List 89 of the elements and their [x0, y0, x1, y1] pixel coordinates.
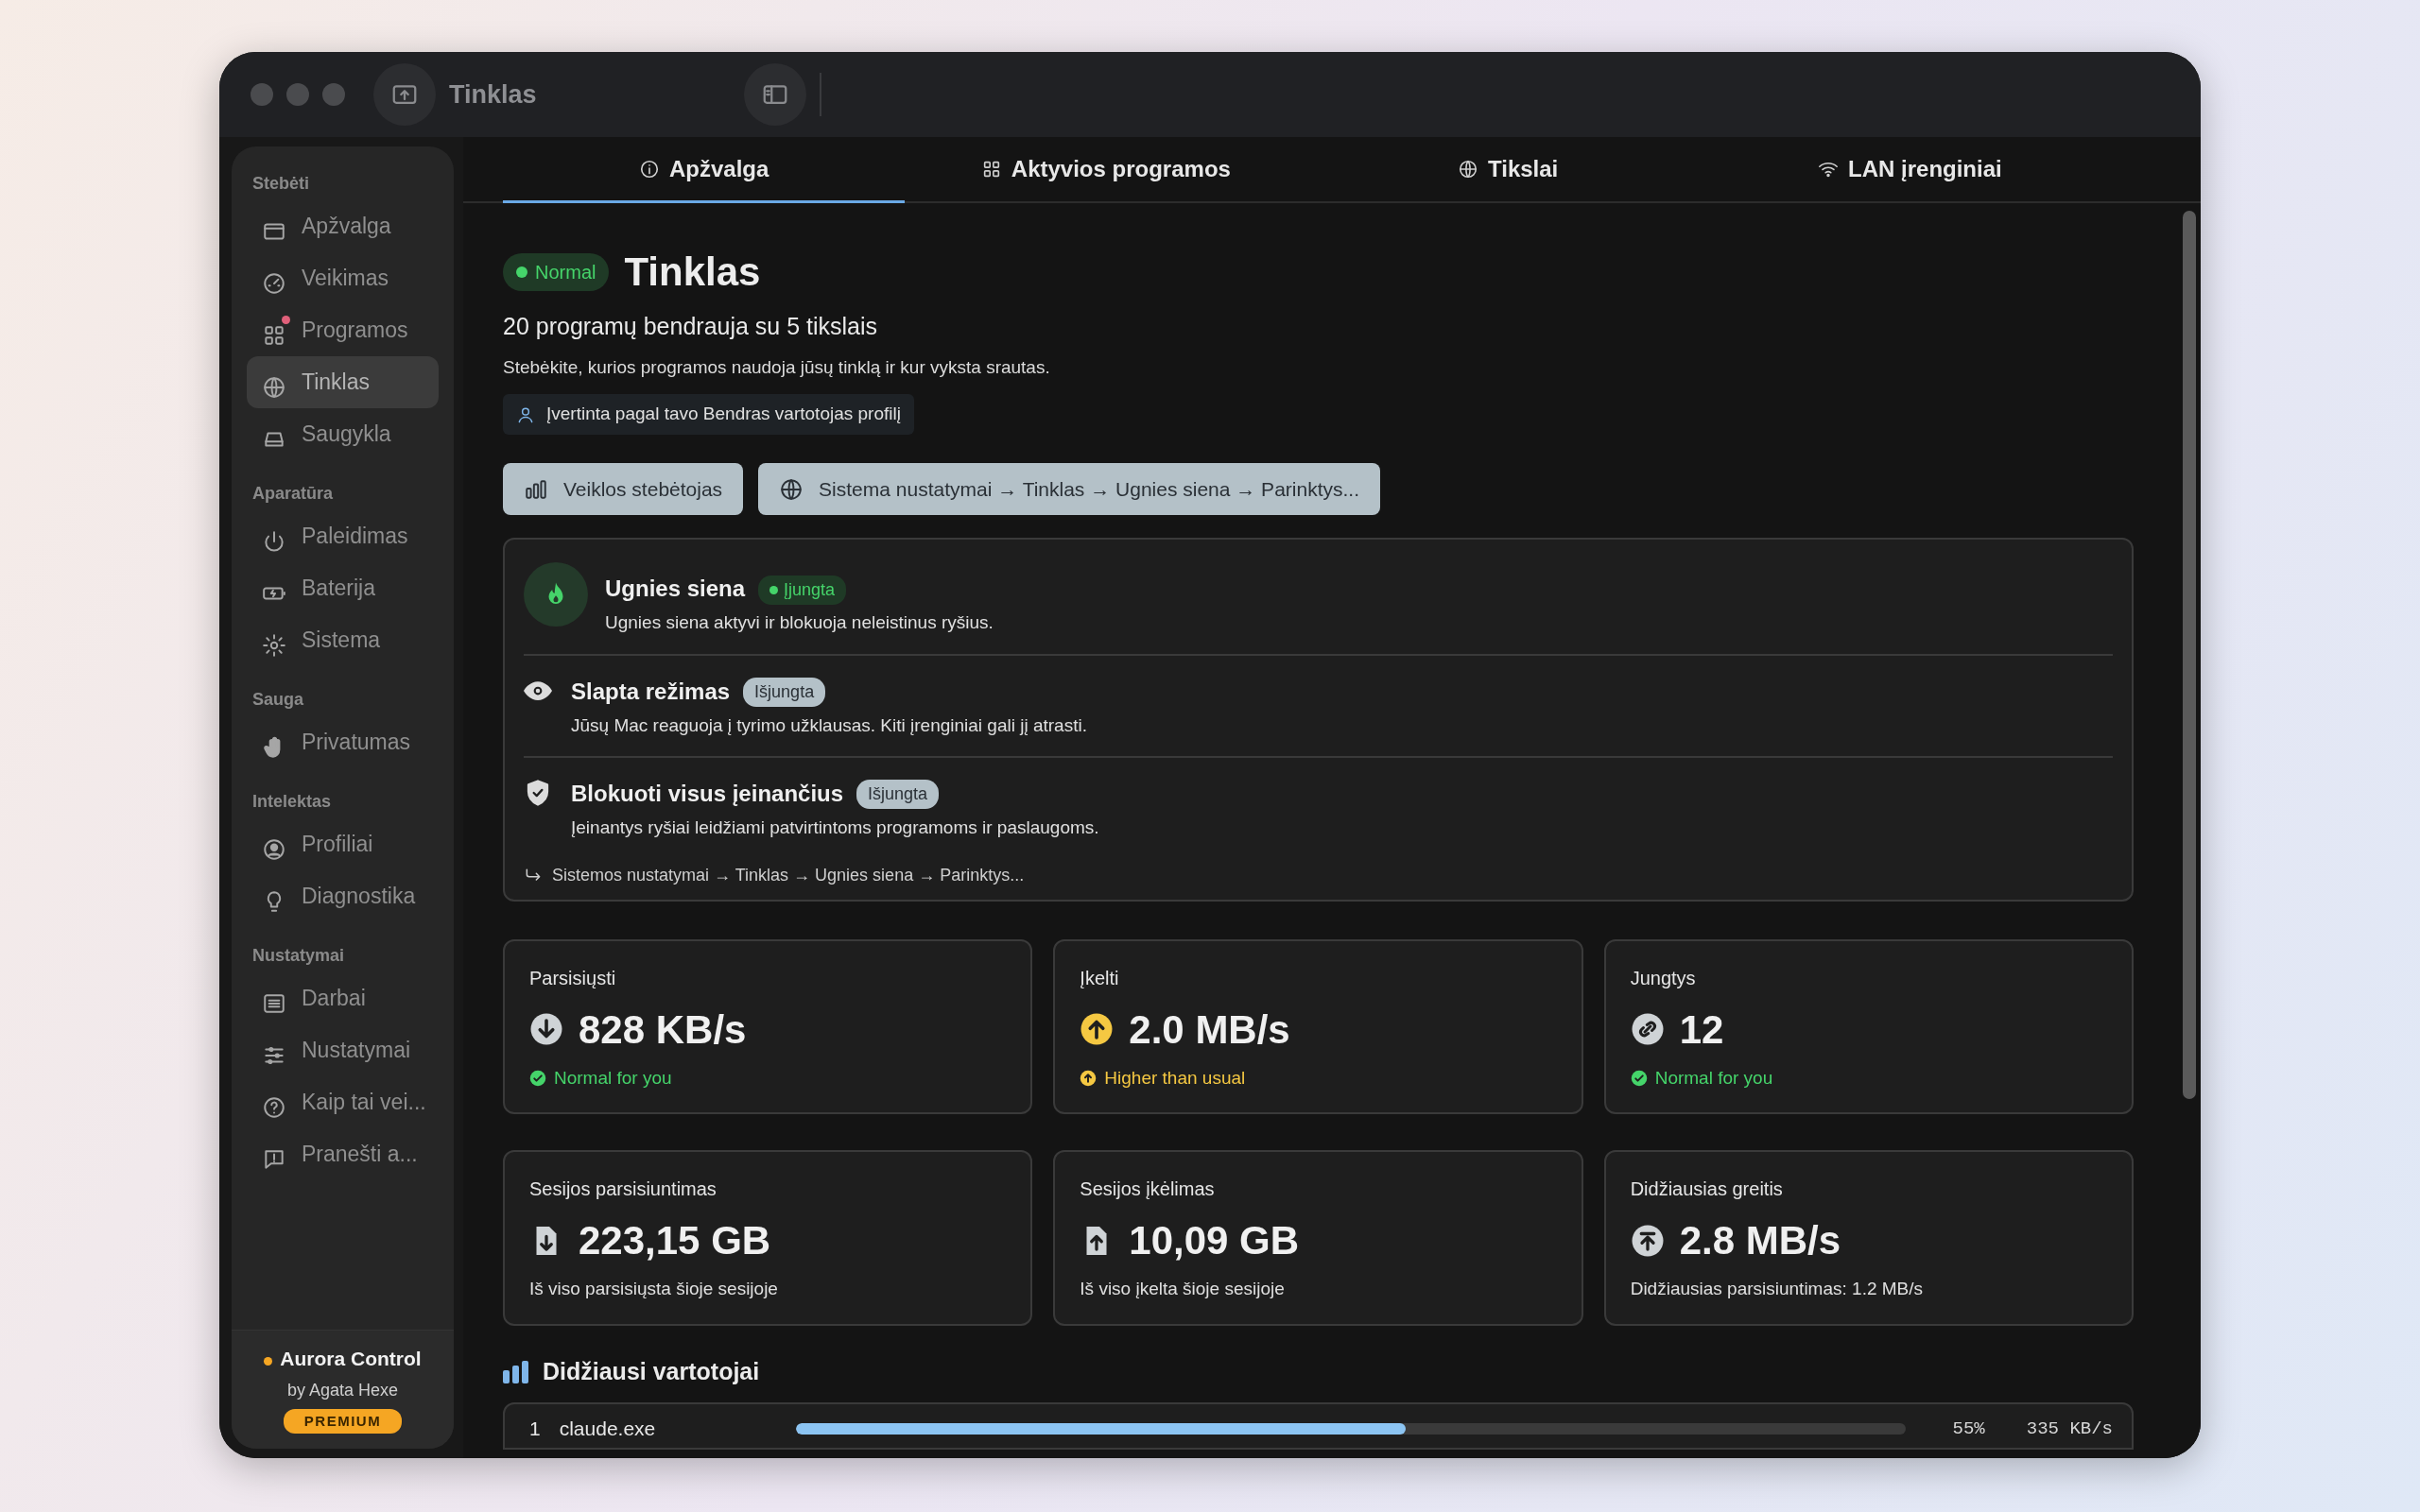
page-description: Stebėkite, kurios programos naudoja jūsų tinklą ir kur vyksta srautas.	[503, 355, 1051, 379]
scrollbar-thumb[interactable]	[2183, 211, 2196, 1099]
status-badge: Normal	[503, 253, 610, 292]
author-text: by Agata Hexe	[285, 1379, 400, 1401]
sidebar-item[interactable]: Tinklas	[247, 356, 439, 408]
user-circle-icon	[262, 837, 286, 863]
stat-value: 2.0 MB/s	[1129, 1005, 1290, 1054]
sidebar-item[interactable]: Sistema	[247, 614, 439, 666]
link-icon	[1630, 1012, 1665, 1047]
globe-icon	[1458, 158, 1478, 180]
stat-label: Jungtys	[1630, 966, 1697, 990]
status-badge: Išjungta	[743, 677, 826, 707]
sidebar-item[interactable]: Darbai	[247, 972, 439, 1024]
stat-label: Sesijos įkėlimas	[1080, 1177, 1216, 1202]
stat-note: Iš viso parsisiųsta šioje sesijoje	[529, 1278, 778, 1301]
sidebar-item[interactable]: Baterija	[247, 562, 439, 614]
top-user-row[interactable]: 1 claude.exe 55% 335 KB/s	[503, 1402, 2134, 1450]
sidebar-item[interactable]: Privatumas	[247, 716, 439, 768]
action-button[interactable]: Sistema nustatymai → Tinklas → Ugnies siena → Parinktys...	[758, 462, 1380, 516]
sidebar-item[interactable]: Kaip tai vei...	[247, 1076, 439, 1128]
sidebar-item[interactable]: Programos	[247, 304, 439, 356]
upload-icon	[1630, 1223, 1665, 1258]
window-title: Tinklas	[449, 78, 537, 111]
status-badge: Išjungta	[856, 780, 940, 810]
sidebar-item[interactable]: Diagnostika	[247, 870, 439, 922]
stat-value: 828 KB/s	[579, 1005, 747, 1054]
premium-badge: PREMIUM	[283, 1408, 403, 1434]
stat-label: Sesijos parsisiuntimas	[529, 1177, 717, 1202]
sidebar-item[interactable]: Veikimas	[247, 252, 439, 304]
sidebar-section-title: Sauga	[252, 689, 305, 711]
help-icon	[262, 1095, 286, 1121]
check-circle-icon	[529, 1070, 546, 1088]
stat-status: Normal for you	[1654, 1066, 1773, 1090]
tab[interactable]: Apžvalga	[503, 137, 906, 203]
app-name: Aurora Control	[280, 1348, 422, 1369]
stat-label: Parsisiųsti	[529, 966, 617, 990]
sidebar-section-title: Intelektas	[252, 791, 333, 813]
stat-status: Normal for you	[554, 1066, 672, 1090]
setting-description: Įeinantys ryšiai leidžiami patvirtintoms programoms ir paslaugoms.	[571, 816, 1099, 840]
check-circle-icon	[1630, 1070, 1648, 1088]
tab[interactable]: Aktyvios programos	[905, 137, 1307, 203]
globe-icon	[262, 375, 286, 401]
status-badge: Įjungta	[758, 576, 847, 606]
sidebar-item[interactable]: Pranešti a...	[247, 1128, 439, 1180]
download-icon	[529, 1012, 563, 1047]
minimize-button[interactable]	[286, 83, 309, 106]
bar-chart-icon	[503, 1360, 529, 1383]
sidebar-section-title: Aparatūra	[252, 483, 335, 505]
setting-description: Jūsų Mac reaguoja į tyrimo užklausas. Kiti įrenginiai gali jį atrasti.	[571, 713, 1087, 737]
app-name: claude.exe	[559, 1417, 657, 1442]
action-button[interactable]: Veiklos stebėtojas	[503, 462, 744, 516]
setting-description: Ugnies siena aktyvi ir blokuoja neleistinus ryšius.	[605, 611, 994, 635]
usage-percent: 55%	[1952, 1417, 1985, 1441]
sidebar-item[interactable]: Profiliai	[247, 818, 439, 870]
sidebar-item[interactable]: Nustatymai	[247, 1024, 439, 1076]
sidebar-item[interactable]: Saugykla	[247, 408, 439, 460]
stat-value: 2.8 MB/s	[1679, 1217, 1841, 1265]
zoom-button[interactable]	[322, 83, 345, 106]
stat-value: 12	[1679, 1005, 1724, 1054]
stat-status: Higher than usual	[1104, 1066, 1246, 1090]
info-icon	[638, 158, 660, 180]
setting-title: Blokuoti visus įeinančius	[571, 781, 844, 807]
sidebar-item[interactable]: Paleidimas	[247, 510, 439, 562]
setting-title: Slapta režimas	[571, 678, 731, 704]
gauge-icon	[262, 271, 286, 297]
rank-number: 1	[529, 1417, 541, 1442]
arrow-up-circle-icon	[1080, 1070, 1098, 1088]
tab[interactable]: LAN įrenginiai	[1708, 137, 2111, 203]
profile-note: Įvertinta pagal tavo Bendras vartotojas profilį	[503, 394, 914, 435]
upload-icon	[1080, 1012, 1115, 1047]
globe-icon	[779, 476, 804, 502]
usage-rate: 335 KB/s	[2026, 1417, 2113, 1441]
page-subtitle: 20 programų bendrauja su 5 tikslais	[503, 312, 879, 342]
stat-label: Didžiausias greitis	[1630, 1177, 1784, 1202]
stat-note: Didžiausias parsisiuntimas: 1.2 MB/s	[1630, 1278, 1924, 1301]
sidebar-item[interactable]: Apžvalga	[247, 200, 439, 252]
close-button[interactable]	[251, 83, 273, 106]
sidebar-section-title: Nustatymai	[252, 945, 346, 967]
setting-title: Ugnies siena	[605, 576, 746, 602]
tab[interactable]: Tikslai	[1306, 137, 1709, 203]
stat-note: Iš viso įkelta šioje sesijoje	[1080, 1278, 1285, 1301]
stat-value: 223,15 GB	[579, 1217, 771, 1265]
page-title: Tinklas	[624, 249, 761, 296]
section-title: Didžiausi vartotojai	[543, 1356, 760, 1386]
stat-value: 10,09 GB	[1129, 1217, 1300, 1265]
stat-label: Įkelti	[1080, 966, 1120, 990]
status-dot	[264, 1357, 273, 1366]
sidebar-section-title: Stebėti	[252, 173, 310, 195]
settings-path-link[interactable]: Sistemos nustatymai → Tinklas → Ugnies siena → Parinktys...	[552, 862, 1025, 888]
